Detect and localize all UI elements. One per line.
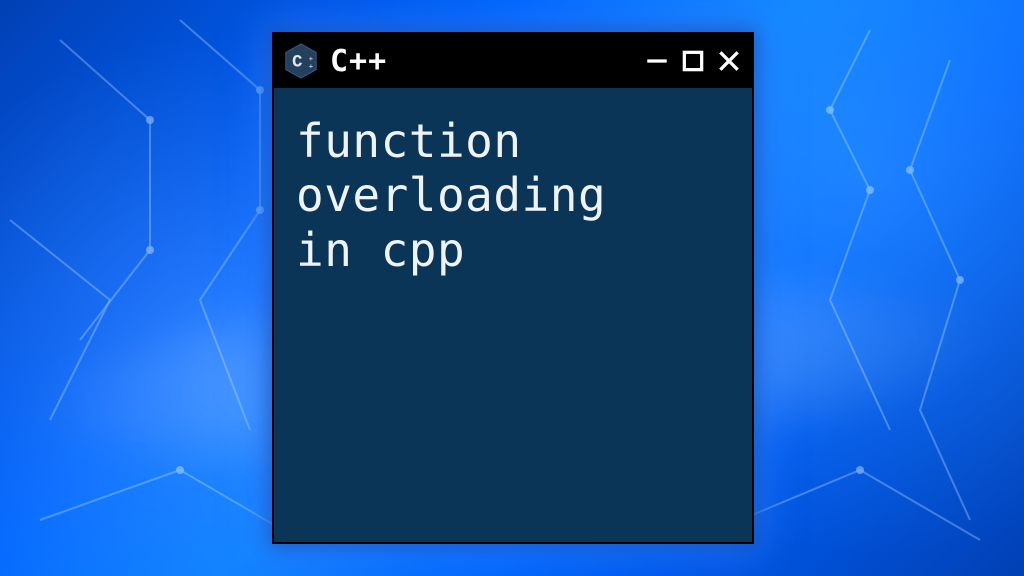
svg-text:+: + bbox=[309, 64, 314, 72]
window-body-text: function overloading in cpp bbox=[274, 88, 752, 542]
maximize-icon bbox=[680, 48, 706, 74]
terminal-window: C + + C++ function overloading in cpp bbox=[272, 32, 754, 544]
minimize-icon bbox=[644, 48, 670, 74]
window-titlebar: C + + C++ bbox=[274, 34, 752, 88]
minimize-button[interactable] bbox=[644, 48, 670, 74]
window-title: C++ bbox=[330, 44, 634, 79]
cpp-language-icon: C + + bbox=[282, 42, 320, 80]
maximize-button[interactable] bbox=[680, 48, 706, 74]
close-button[interactable] bbox=[716, 48, 742, 74]
close-icon bbox=[716, 48, 742, 74]
cpp-icon-letter: C bbox=[292, 54, 302, 73]
window-controls bbox=[644, 48, 742, 74]
